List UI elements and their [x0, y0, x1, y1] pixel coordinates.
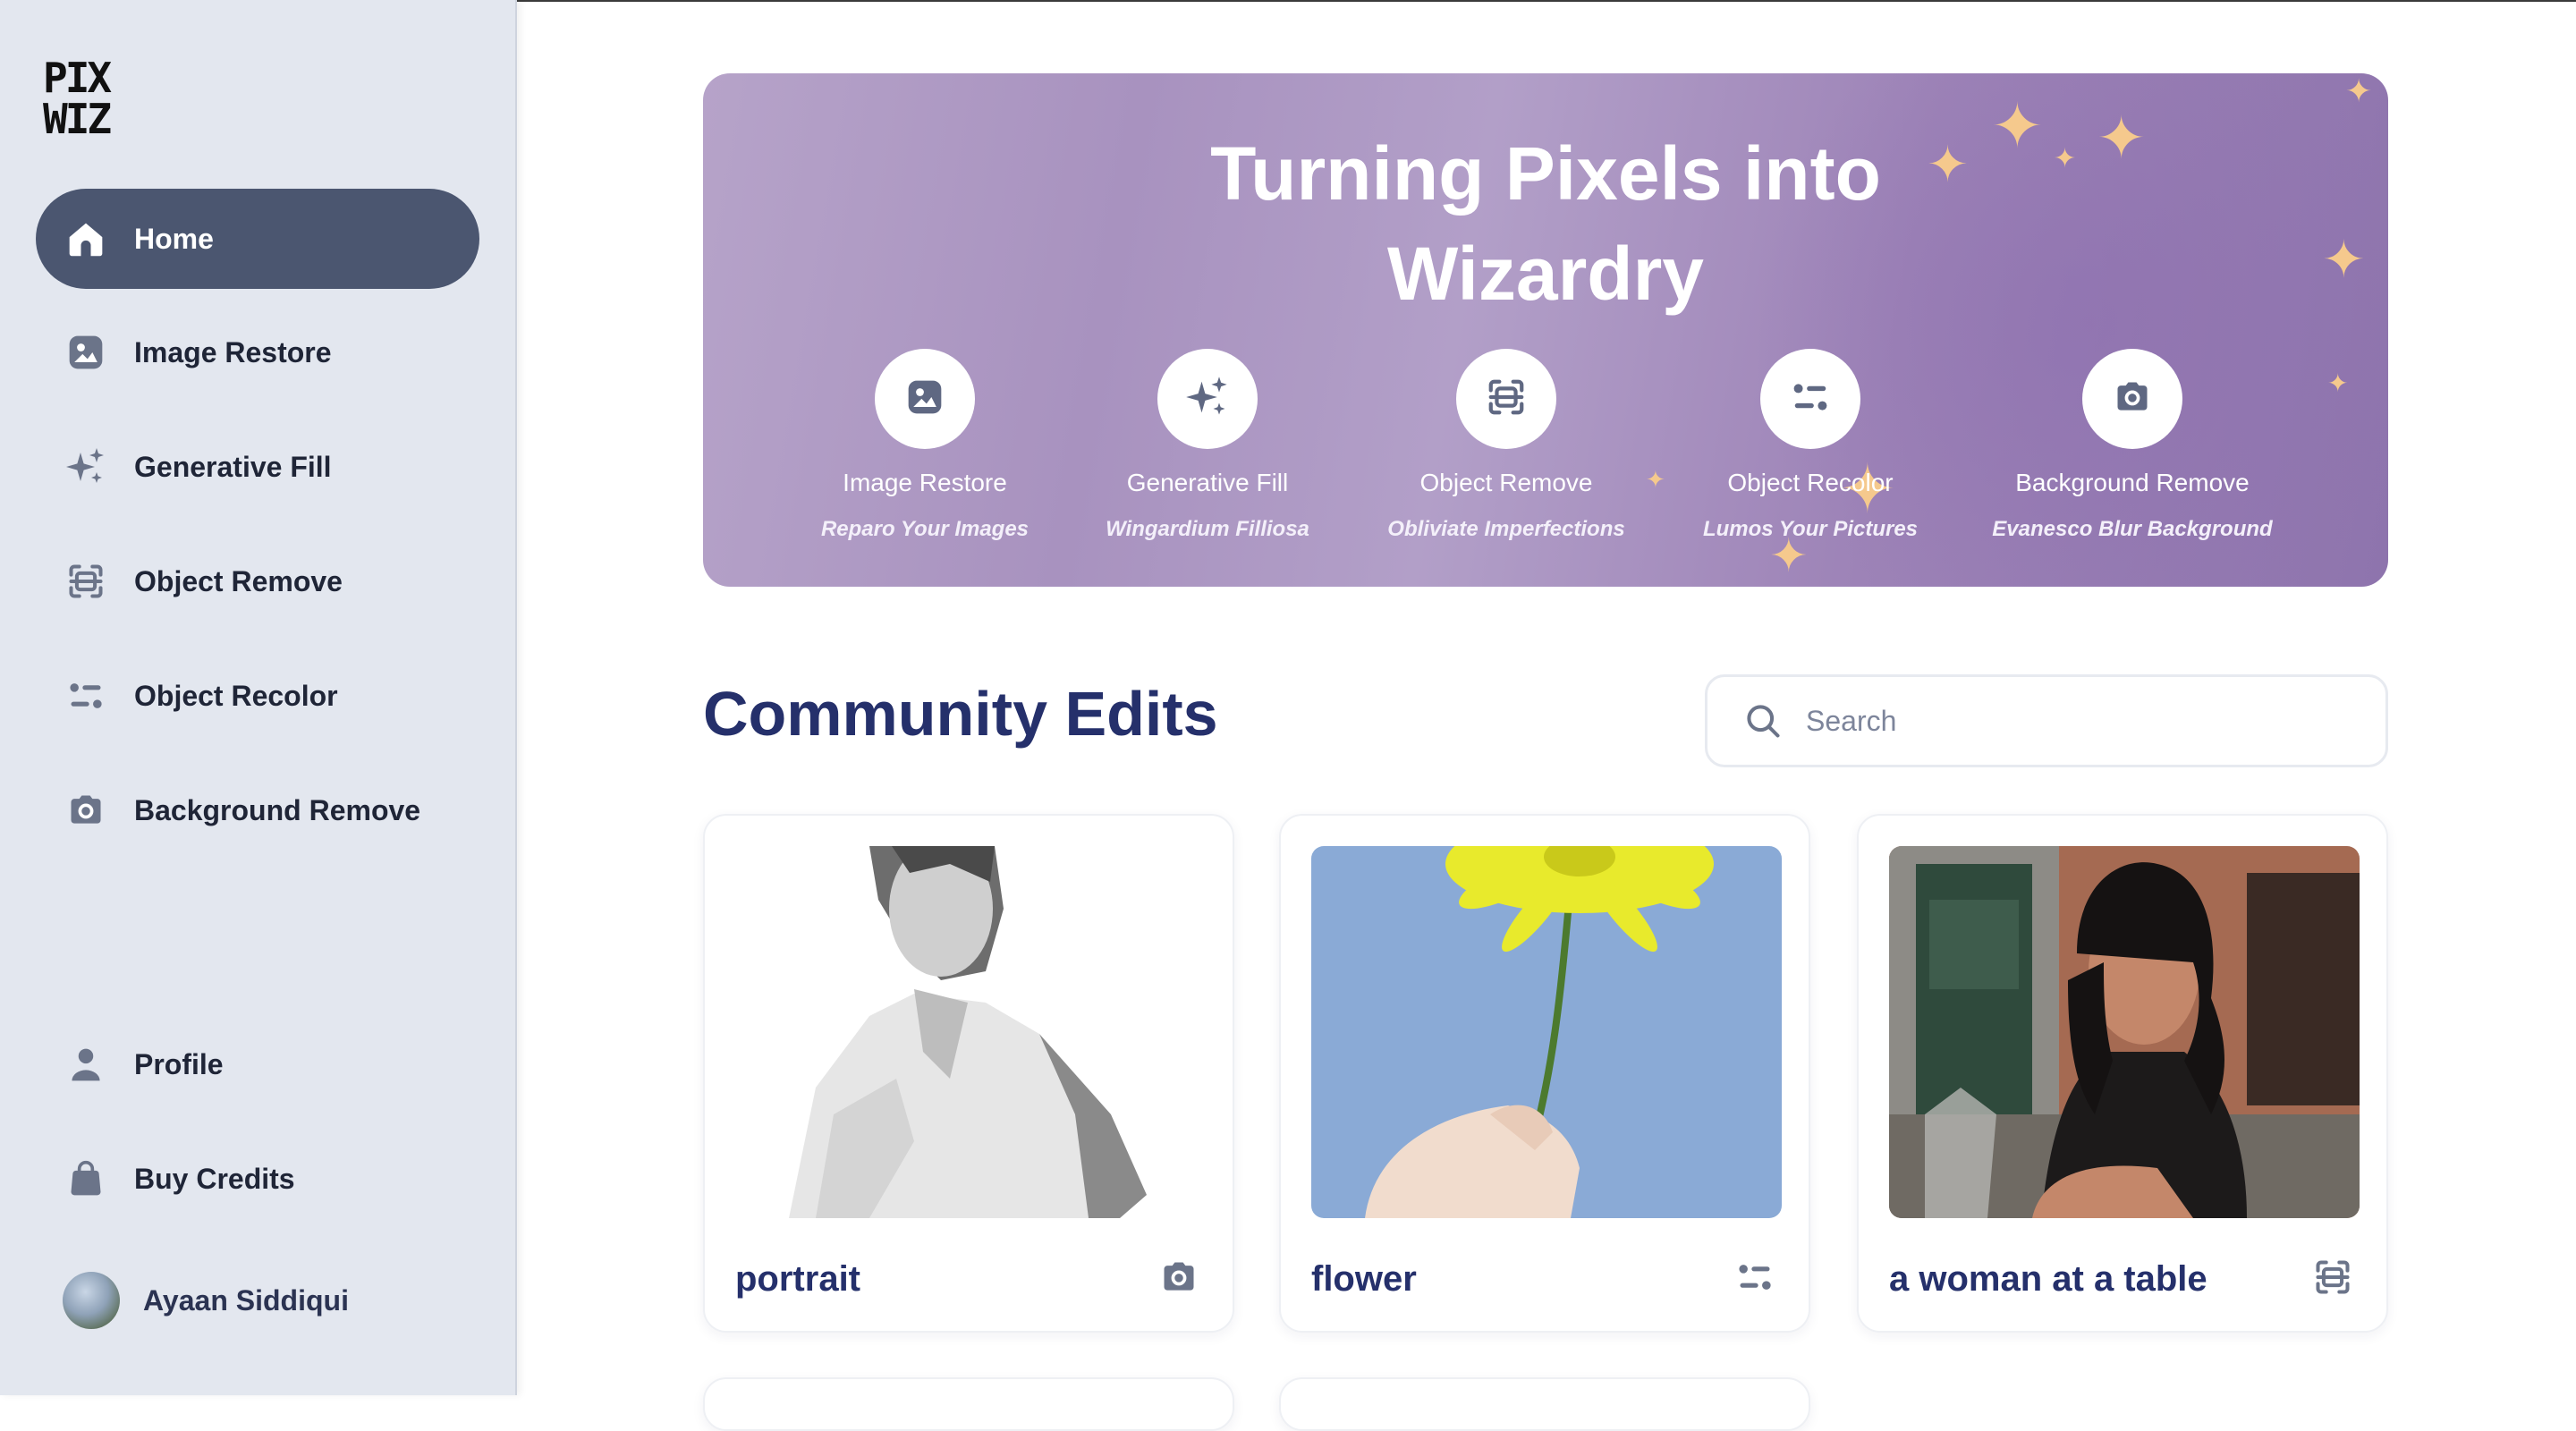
sidebar-item-profile[interactable]: Profile: [36, 1014, 479, 1114]
camera-icon: [1159, 1257, 1202, 1300]
feature-icon-circle: [875, 349, 975, 449]
user-profile-link[interactable]: Ayaan Siddiqui: [63, 1272, 349, 1329]
sidebar-item-image-restore[interactable]: Image Restore: [36, 302, 479, 402]
logo-line-2: WIZ: [43, 95, 112, 143]
sidebar-item-generative-fill[interactable]: Generative Fill: [36, 417, 479, 517]
banner-title-line-1: Turning Pixels into: [1210, 131, 1881, 216]
home-icon: [64, 217, 107, 260]
card-image[interactable]: [735, 846, 1206, 1218]
feature-tagline: Obliviate Imperfections: [1387, 517, 1625, 541]
feature-name: Background Remove: [2015, 469, 2250, 496]
scan-icon: [2313, 1257, 2356, 1300]
feature-tagline: Lumos Your Pictures: [1702, 517, 1919, 541]
sidebar-item-label: Object Remove: [134, 564, 343, 597]
bag-icon: [64, 1157, 107, 1200]
sparkle-decoration: ✦: [2345, 73, 2373, 110]
sidebar-item-label: Profile: [134, 1047, 224, 1080]
sparkles-icon: [1184, 374, 1231, 425]
sidebar-item-label: Buy Credits: [134, 1162, 295, 1195]
banner-title-line-2: Wizardry: [1386, 232, 1704, 316]
search-input[interactable]: [1804, 703, 2309, 739]
search-icon: [1743, 701, 1783, 741]
user-name: Ayaan Siddiqui: [143, 1283, 349, 1317]
filter-icon: [1790, 377, 1831, 422]
sidebar-item-label: Generative Fill: [134, 450, 332, 483]
sidebar-item-home[interactable]: Home: [36, 189, 479, 289]
sidebar-item-buy-credits[interactable]: Buy Credits: [36, 1129, 479, 1229]
camera-icon: [64, 789, 107, 832]
card-title: flower: [1311, 1259, 1417, 1299]
community-card-partial[interactable]: [703, 1377, 1234, 1431]
camera-icon: [2113, 377, 2152, 421]
hero-banner: ✦ ✦ ✦ ✦ ✦ ✦ ✦ ✦ ✦ ✦ Turning Pixels into …: [703, 73, 2388, 587]
sidebar-item-background-remove[interactable]: Background Remove: [36, 760, 479, 860]
community-card-partial[interactable]: [1279, 1377, 1810, 1431]
sidebar-item-label: Image Restore: [134, 335, 332, 368]
feature-image-restore[interactable]: Image Restore Reparo Your Images: [782, 349, 1068, 542]
image-icon: [64, 331, 107, 374]
filter-icon: [1735, 1257, 1778, 1300]
feature-name: Object Remove: [1419, 469, 1593, 496]
feature-object-recolor[interactable]: Object Recolor Lumos Your Pictures: [1667, 349, 1953, 542]
scan-icon: [64, 560, 107, 603]
feature-icon-circle: [2082, 349, 2182, 449]
feature-tagline: Wingardium Filliosa: [1106, 517, 1309, 541]
feature-tagline: Evanesco Blur Background: [1992, 517, 2273, 541]
feature-name: Image Restore: [843, 469, 1007, 496]
community-card-flower[interactable]: flower: [1279, 814, 1810, 1333]
scan-icon: [1486, 377, 1527, 422]
search-box[interactable]: [1705, 674, 2388, 767]
user-icon: [64, 1043, 107, 1086]
feature-background-remove[interactable]: Background Remove Evanesco Blur Backgrou…: [1989, 349, 2275, 542]
feature-name: Generative Fill: [1126, 469, 1289, 496]
section-title: Community Edits: [703, 679, 1218, 749]
card-image[interactable]: [1889, 846, 2360, 1218]
sidebar: PIX WIZ Home Image Restore Generative Fi…: [0, 0, 517, 1395]
avatar: [63, 1272, 120, 1329]
feature-icon-circle: [1456, 349, 1556, 449]
filter-icon: [64, 674, 107, 717]
feature-tagline: Reparo Your Images: [820, 517, 1030, 541]
card-title: portrait: [735, 1259, 860, 1299]
card-image[interactable]: [1311, 846, 1782, 1218]
feature-icon-circle: [1157, 349, 1258, 449]
sidebar-item-label: Home: [134, 222, 214, 255]
image-icon: [905, 377, 945, 421]
community-card-woman-at-table[interactable]: a woman at a table: [1857, 814, 2388, 1333]
sparkles-icon: [64, 445, 107, 488]
sidebar-item-label: Object Recolor: [134, 679, 338, 712]
sidebar-item-object-recolor[interactable]: Object Recolor: [36, 646, 479, 746]
sidebar-item-object-remove[interactable]: Object Remove: [36, 531, 479, 631]
sidebar-item-label: Background Remove: [134, 793, 421, 826]
feature-name: Object Recolor: [1727, 469, 1894, 496]
sparkle-decoration: ✦: [2327, 368, 2349, 398]
app-logo[interactable]: PIX WIZ: [43, 57, 141, 143]
feature-icon-circle: [1760, 349, 1860, 449]
banner-title: Turning Pixels into Wizardry: [703, 123, 2388, 324]
card-title: a woman at a table: [1889, 1259, 2207, 1299]
feature-generative-fill[interactable]: Generative Fill Wingardium Filliosa: [1064, 349, 1351, 542]
feature-object-remove[interactable]: Object Remove Obliviate Imperfections: [1363, 349, 1649, 542]
logo-line-1: PIX: [43, 54, 112, 102]
community-card-portrait[interactable]: portrait: [703, 814, 1234, 1333]
